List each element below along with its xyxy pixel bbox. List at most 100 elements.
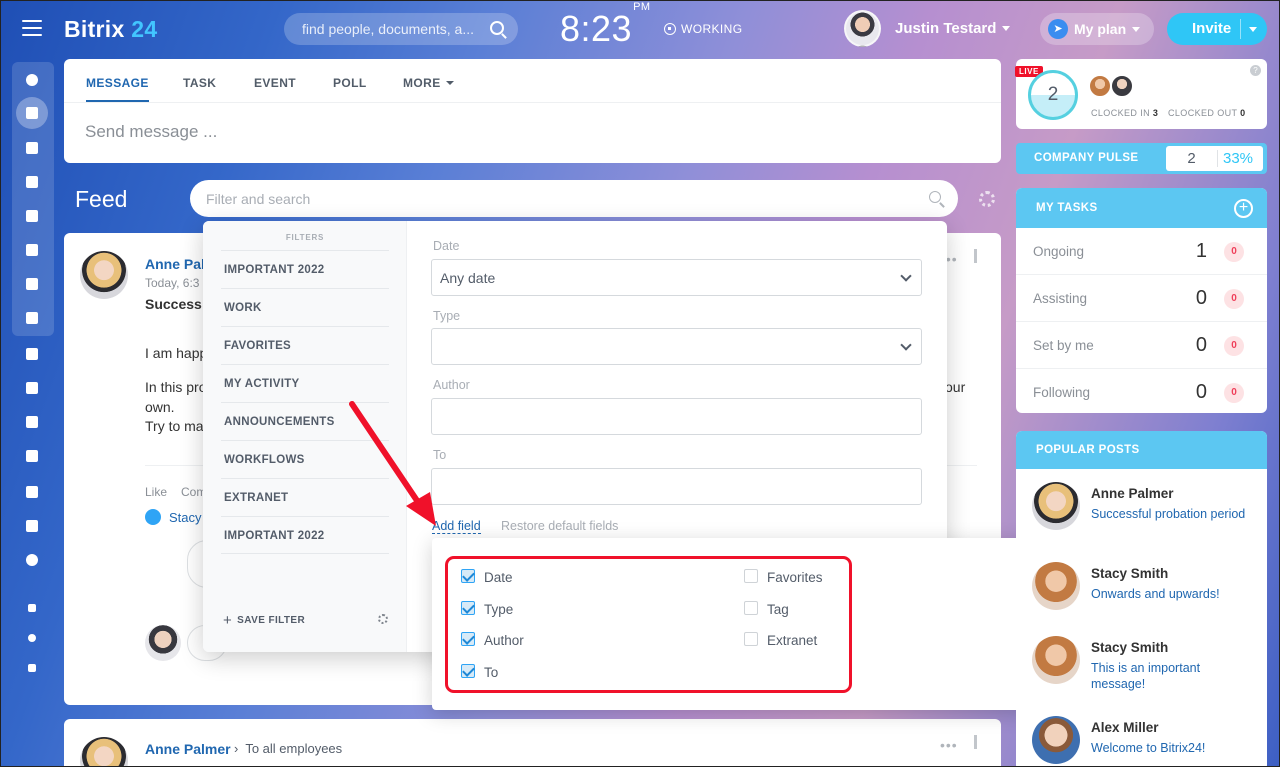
- groups-icon[interactable]: [22, 70, 42, 90]
- post-title: Success: [145, 296, 202, 312]
- stop-icon: [664, 23, 676, 35]
- search-icon[interactable]: [490, 21, 504, 35]
- tab-poll[interactable]: POLL: [333, 76, 367, 90]
- user-menu[interactable]: Justin Testard: [895, 20, 1011, 37]
- add-task-plus-icon[interactable]: +: [1234, 199, 1253, 218]
- box-icon[interactable]: [22, 516, 42, 536]
- like-icon: [145, 509, 161, 525]
- message-composer: MESSAGE TASK EVENT POLL MORE Send messag…: [64, 59, 1001, 163]
- like-link[interactable]: Like: [145, 485, 167, 499]
- more-options-icon[interactable]: •••: [940, 737, 958, 753]
- employees-icon[interactable]: [22, 308, 42, 328]
- post-text: own.: [145, 399, 175, 415]
- pin-icon[interactable]: [974, 735, 982, 749]
- tab-message[interactable]: MESSAGE: [86, 76, 149, 102]
- post-text: our: [945, 379, 966, 395]
- invite-button[interactable]: Invite: [1167, 13, 1267, 45]
- work-status[interactable]: WORKING: [664, 22, 742, 36]
- liked-by[interactable]: Stacy: [169, 510, 202, 525]
- help-icon[interactable]: ?: [1250, 65, 1261, 76]
- task-counter-badge: 0: [1224, 289, 1244, 309]
- avatar[interactable]: [80, 251, 128, 299]
- field-label: Date: [433, 239, 460, 253]
- crm-icon[interactable]: [22, 378, 42, 398]
- structure-icon[interactable]: [22, 598, 42, 618]
- task-row-ongoing[interactable]: Ongoing 1 0: [1016, 228, 1267, 275]
- more-icon[interactable]: [22, 550, 42, 570]
- tasks-icon[interactable]: [22, 344, 42, 364]
- robot-icon[interactable]: [22, 482, 42, 502]
- filter-preset[interactable]: WORK: [221, 288, 389, 326]
- clocked-in-counter[interactable]: 2: [1028, 70, 1078, 120]
- tab-task[interactable]: TASK: [183, 76, 216, 90]
- tab-more[interactable]: MORE: [403, 76, 454, 90]
- pulse-value: 2: [1166, 150, 1218, 167]
- menu-icon[interactable]: [22, 20, 42, 36]
- chevron-down-icon: [900, 339, 912, 351]
- save-filter-button[interactable]: + SAVE FILTER: [223, 612, 305, 629]
- post-author[interactable]: Anne Palmer: [145, 741, 231, 757]
- clock: 8:23PM: [560, 1, 651, 49]
- feed-icon[interactable]: [16, 97, 48, 129]
- task-row-set-by-me[interactable]: Set by me 0 0: [1016, 322, 1267, 369]
- filter-preset[interactable]: FAVORITES: [221, 326, 389, 364]
- task-counter-badge: 0: [1224, 336, 1244, 356]
- chevron-down-icon: [1002, 26, 1011, 31]
- documents-icon[interactable]: [22, 206, 42, 226]
- filter-preset[interactable]: IMPORTANT 2022: [221, 250, 389, 288]
- filter-preset[interactable]: MY ACTIVITY: [221, 364, 389, 402]
- search-icon[interactable]: [929, 191, 941, 203]
- avatar[interactable]: [1089, 75, 1111, 97]
- post-text: I am happ: [145, 345, 208, 361]
- chevron-down-icon: [900, 270, 912, 282]
- popular-posts-widget: POPULAR POSTS Anne Palmer Successful pro…: [1016, 431, 1267, 767]
- chevron-down-icon: [445, 81, 454, 85]
- avatar[interactable]: [80, 737, 128, 767]
- shop-icon[interactable]: [22, 412, 42, 432]
- calendar-icon[interactable]: [22, 172, 42, 192]
- my-tasks-widget: MY TASKS + Ongoing 1 0 Assisting 0 0 Set by m…: [1016, 188, 1267, 413]
- to-input[interactable]: [431, 468, 922, 505]
- restore-default-fields-link[interactable]: Restore default fields: [501, 519, 618, 533]
- pin-icon[interactable]: [974, 249, 982, 263]
- clocked-out-stat: CLOCKED OUT 0: [1168, 108, 1246, 118]
- company-pulse-widget[interactable]: COMPANY PULSE 2 33%: [1016, 143, 1267, 174]
- avatar[interactable]: [1111, 75, 1133, 97]
- post-text: Try to ma: [145, 418, 204, 434]
- avatar[interactable]: [1032, 562, 1080, 610]
- avatar[interactable]: [1032, 716, 1080, 764]
- avatar[interactable]: [1032, 636, 1080, 684]
- rocket-icon: ➤: [1048, 19, 1068, 39]
- chevron-down-icon[interactable]: [1249, 27, 1257, 32]
- plus-icon[interactable]: [22, 658, 42, 678]
- settings-icon[interactable]: [22, 628, 42, 648]
- drive-icon[interactable]: [22, 240, 42, 260]
- mail-icon[interactable]: [22, 274, 42, 294]
- field-label: Type: [433, 309, 461, 323]
- logo[interactable]: Bitrix 24: [64, 16, 157, 43]
- post-author[interactable]: Anne Pal: [145, 256, 205, 272]
- chat-icon[interactable]: [22, 138, 42, 158]
- annotation-arrow-icon: [349, 401, 436, 526]
- feed-settings-gear-icon[interactable]: [979, 191, 995, 207]
- task-counter-badge: 0: [1224, 383, 1244, 403]
- pulse-percent: 33%: [1223, 150, 1254, 167]
- my-plan-button[interactable]: ➤ My plan: [1040, 13, 1154, 45]
- page-title: Feed: [75, 186, 128, 212]
- post-text: In this pro: [145, 379, 207, 395]
- avatar: [145, 625, 181, 661]
- feed-filter-input[interactable]: Filter and search: [190, 180, 958, 217]
- user-avatar[interactable]: [844, 10, 881, 47]
- message-input[interactable]: Send message ...: [85, 122, 217, 142]
- task-row-assisting[interactable]: Assisting 0 0: [1016, 275, 1267, 322]
- author-input[interactable]: [431, 398, 922, 435]
- avatar[interactable]: [1032, 482, 1080, 530]
- date-select[interactable]: Any date: [431, 259, 922, 296]
- left-menu: [12, 62, 54, 702]
- contact-center-icon[interactable]: [22, 446, 42, 466]
- type-select[interactable]: [431, 328, 922, 365]
- gear-icon[interactable]: [378, 614, 388, 624]
- global-search-input[interactable]: find people, documents, a...: [284, 13, 518, 45]
- task-row-following[interactable]: Following 0 0: [1016, 369, 1267, 416]
- tab-event[interactable]: EVENT: [254, 76, 296, 90]
